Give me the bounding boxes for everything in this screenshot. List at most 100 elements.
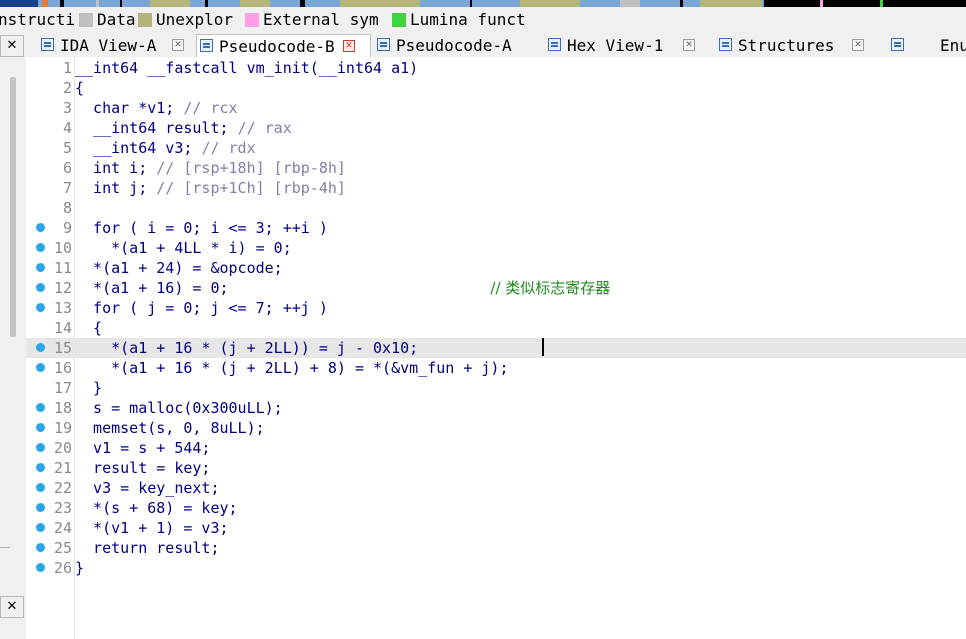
code-line[interactable]: 2{ [26, 78, 966, 98]
code-line[interactable]: 17 } [26, 378, 966, 398]
code-text: __int64 __fastcall vm_init(__int64 a1) [75, 58, 418, 78]
tab-structures[interactable]: Structures ✕ [716, 34, 881, 57]
code-text: *(s + 68) = key; [75, 498, 238, 518]
legend-bar: nstructi Data Unexplor External sym Lumi… [0, 7, 966, 33]
code-line[interactable]: 8 [26, 198, 966, 218]
legend-swatch [138, 13, 152, 27]
code-text: memset(s, 0, 8uLL); [75, 418, 265, 438]
code-line[interactable]: 14 { [26, 318, 966, 338]
code-statement: *(a1 + 24) = &opcode; [75, 259, 283, 277]
line-number: 10 [53, 239, 72, 257]
code-statement: s = malloc(0x300uLL); [75, 399, 283, 417]
code-text: for ( j = 0; j <= 7; ++j ) [75, 298, 328, 318]
code-line[interactable]: 23 *(s + 68) = key; [26, 498, 966, 518]
code-line[interactable]: 7 int j; // [rsp+1Ch] [rbp-4h] [26, 178, 966, 198]
close-panel-button[interactable]: ✕ [0, 35, 24, 57]
code-statement: v3 = key_next; [75, 479, 220, 497]
code-statement: } [75, 559, 85, 577]
line-number: 22 [53, 479, 72, 497]
code-statement: int j; [75, 179, 157, 197]
code-comment: // 类似标志寄存器 [490, 279, 611, 297]
code-text: { [75, 318, 102, 338]
line-number: 14 [53, 319, 72, 337]
code-line[interactable]: 18 s = malloc(0x300uLL); [26, 398, 966, 418]
line-number: 9 [62, 219, 72, 237]
code-statement: *(s + 68) = key; [75, 499, 238, 517]
code-statement: __int64 result; [75, 119, 238, 137]
code-text: *(a1 + 16) = 0; // 类似标志寄存器 [75, 278, 610, 298]
line-number: 1 [62, 59, 72, 77]
code-line[interactable]: 26} [26, 558, 966, 578]
legend-item-data: Data [79, 7, 136, 33]
code-text: int j; // [rsp+1Ch] [rbp-4h] [75, 178, 346, 198]
close-icon[interactable]: ✕ [683, 39, 695, 51]
code-text: *(v1 + 1) = v3; [75, 518, 228, 538]
tab-pseudocode-b[interactable]: Pseudocode-B ✕ [196, 34, 371, 57]
code-line[interactable]: 10 *(a1 + 4LL * i) = 0; [26, 238, 966, 258]
code-statement: __int64 v3; [75, 139, 202, 157]
tab-ida-view-a[interactable]: IDA View-A ✕ [38, 34, 196, 57]
code-line[interactable]: 4 __int64 result; // rax [26, 118, 966, 138]
code-line[interactable]: 3 char *v1; // rcx [26, 98, 966, 118]
structures-icon [719, 38, 732, 51]
close-icon[interactable]: ✕ [343, 40, 355, 52]
code-statement: __int64 __fastcall vm_init(__int64 a1) [75, 59, 419, 77]
legend-item-instructions: nstructi [0, 10, 76, 29]
code-text: *(a1 + 16 * (j + 2LL) + 8) = *(&vm_fun +… [75, 358, 508, 378]
code-text: } [75, 558, 84, 578]
code-statement: return result; [75, 539, 220, 557]
close-bottom-panel-button[interactable]: ✕ [0, 596, 24, 618]
code-text: for ( i = 0; i <= 3; ++i ) [75, 218, 328, 238]
code-statement: memset(s, 0, 8uLL); [75, 419, 265, 437]
code-line[interactable]: 11 *(a1 + 24) = &opcode; [26, 258, 966, 278]
code-text: return result; [75, 538, 220, 558]
disassembly-icon [41, 38, 54, 51]
code-text: char *v1; // rcx [75, 98, 238, 118]
code-line[interactable]: 5 __int64 v3; // rdx [26, 138, 966, 158]
code-line[interactable]: 13 for ( j = 0; j <= 7; ++j ) [26, 298, 966, 318]
line-number: 2 [62, 79, 72, 97]
code-line[interactable]: 12 *(a1 + 16) = 0; // 类似标志寄存器 [26, 278, 966, 298]
code-line[interactable]: 20 v1 = s + 544; [26, 438, 966, 458]
code-line[interactable]: 1 __int64 __fastcall vm_init(__int64 a1) [26, 58, 966, 78]
scrollbar[interactable] [10, 77, 16, 337]
legend-item-unexplored: Unexplor [138, 7, 233, 33]
side-panel [0, 57, 27, 639]
code-text: } [75, 378, 102, 398]
line-number: 26 [53, 559, 72, 577]
line-number: 24 [53, 519, 72, 537]
text-cursor [542, 338, 544, 356]
code-text: s = malloc(0x300uLL); [75, 398, 283, 418]
hex-view-icon [548, 38, 561, 51]
code-text: __int64 result; // rax [75, 118, 292, 138]
line-number: 15 [53, 339, 72, 357]
code-text: result = key; [75, 458, 210, 478]
code-text: *(a1 + 16 * (j + 2LL)) = j - 0x10; [75, 338, 418, 358]
code-line[interactable]: 6 int i; // [rsp+18h] [rbp-8h] [26, 158, 966, 178]
pseudocode-icon [200, 39, 213, 52]
code-line[interactable]: 15 *(a1 + 16 * (j + 2LL)) = j - 0x10; [26, 338, 966, 358]
code-line[interactable]: 9 for ( i = 0; i <= 3; ++i ) [26, 218, 966, 238]
tab-pseudocode-a[interactable]: Pseudocode-A [374, 34, 539, 57]
line-number: 19 [53, 419, 72, 437]
tab-enums[interactable]: Enu [888, 34, 966, 57]
code-line[interactable]: 25 return result; [26, 538, 966, 558]
code-line[interactable]: 16 *(a1 + 16 * (j + 2LL) + 8) = *(&vm_fu… [26, 358, 966, 378]
line-number: 3 [62, 99, 72, 117]
legend-swatch [79, 13, 93, 27]
code-line[interactable]: 19 memset(s, 0, 8uLL); [26, 418, 966, 438]
line-number: 7 [62, 179, 72, 197]
navigation-band[interactable] [0, 0, 966, 7]
code-line[interactable]: 24 *(v1 + 1) = v3; [26, 518, 966, 538]
line-number: 23 [53, 499, 72, 517]
code-line[interactable]: 21 result = key; [26, 458, 966, 478]
code-text: { [75, 78, 84, 98]
code-text: int i; // [rsp+18h] [rbp-8h] [75, 158, 346, 178]
close-icon[interactable]: ✕ [172, 39, 184, 51]
line-number: 6 [62, 159, 72, 177]
line-number: 17 [53, 379, 72, 397]
tab-hex-view-1[interactable]: Hex View-1 ✕ [545, 34, 708, 57]
code-line[interactable]: 22 v3 = key_next; [26, 478, 966, 498]
close-icon[interactable]: ✕ [852, 39, 864, 51]
code-comment: // rdx [201, 139, 256, 157]
